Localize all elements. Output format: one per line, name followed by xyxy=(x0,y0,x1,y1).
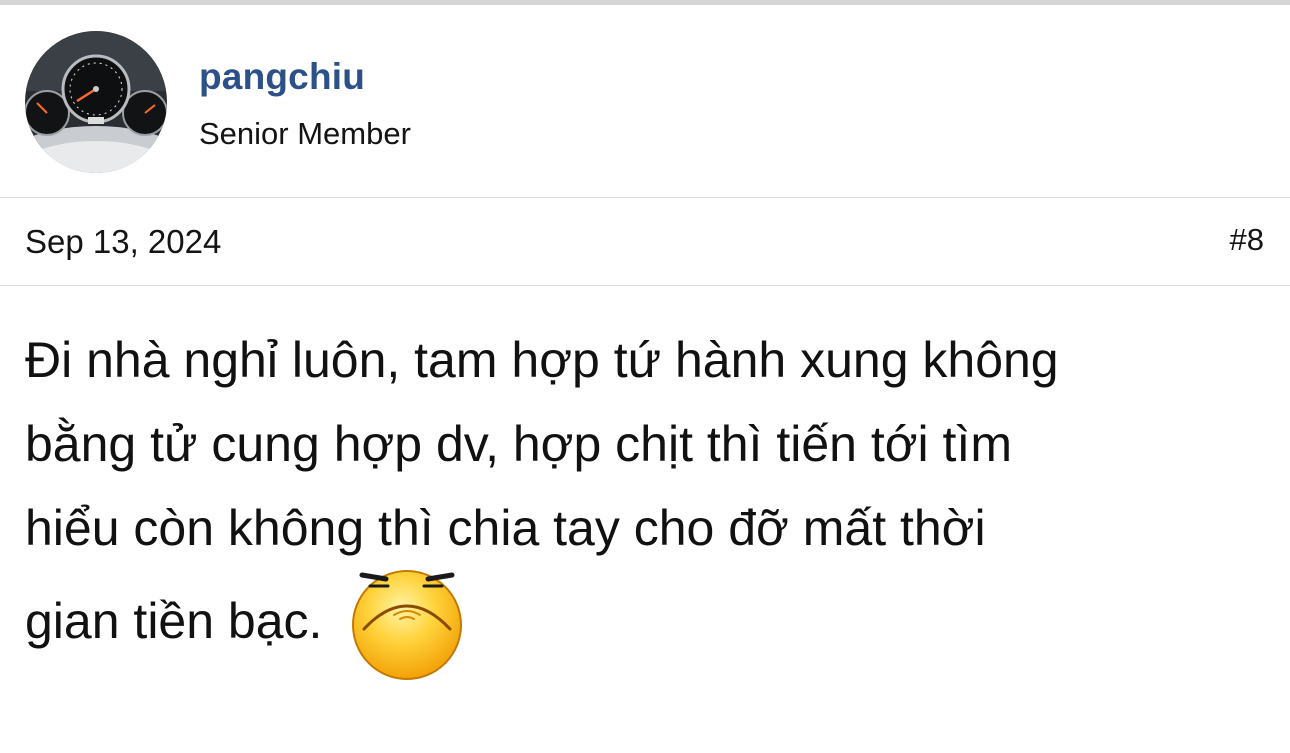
post-author-header: pangchiu Senior Member xyxy=(0,5,1290,197)
post-text-line: bằng tử cung hợp dv, hợp chịt thì tiến t… xyxy=(25,416,1012,472)
post-body: Đi nhà nghỉ luôn, tam hợp tứ hành xung k… xyxy=(25,318,1265,680)
post-text-line: Đi nhà nghỉ luôn, tam hợp tứ hành xung k… xyxy=(25,332,1059,388)
grumpy-face-emoji-icon xyxy=(342,565,476,681)
post-text-line: gian tiền bạc. xyxy=(25,593,323,649)
post-text-line: hiểu còn không thì chia tay cho đỡ mất t… xyxy=(25,500,986,556)
car-dashboard-avatar-icon xyxy=(25,31,167,173)
divider xyxy=(0,285,1290,286)
user-title: Senior Member xyxy=(199,116,411,151)
post-number-link[interactable]: #8 xyxy=(1230,222,1264,258)
avatar[interactable] xyxy=(25,31,167,173)
post-date[interactable]: Sep 13, 2024 xyxy=(25,223,221,261)
post-last-line: gian tiền bạc. xyxy=(25,566,1265,680)
username-link[interactable]: pangchiu xyxy=(199,56,365,98)
divider xyxy=(0,197,1290,198)
